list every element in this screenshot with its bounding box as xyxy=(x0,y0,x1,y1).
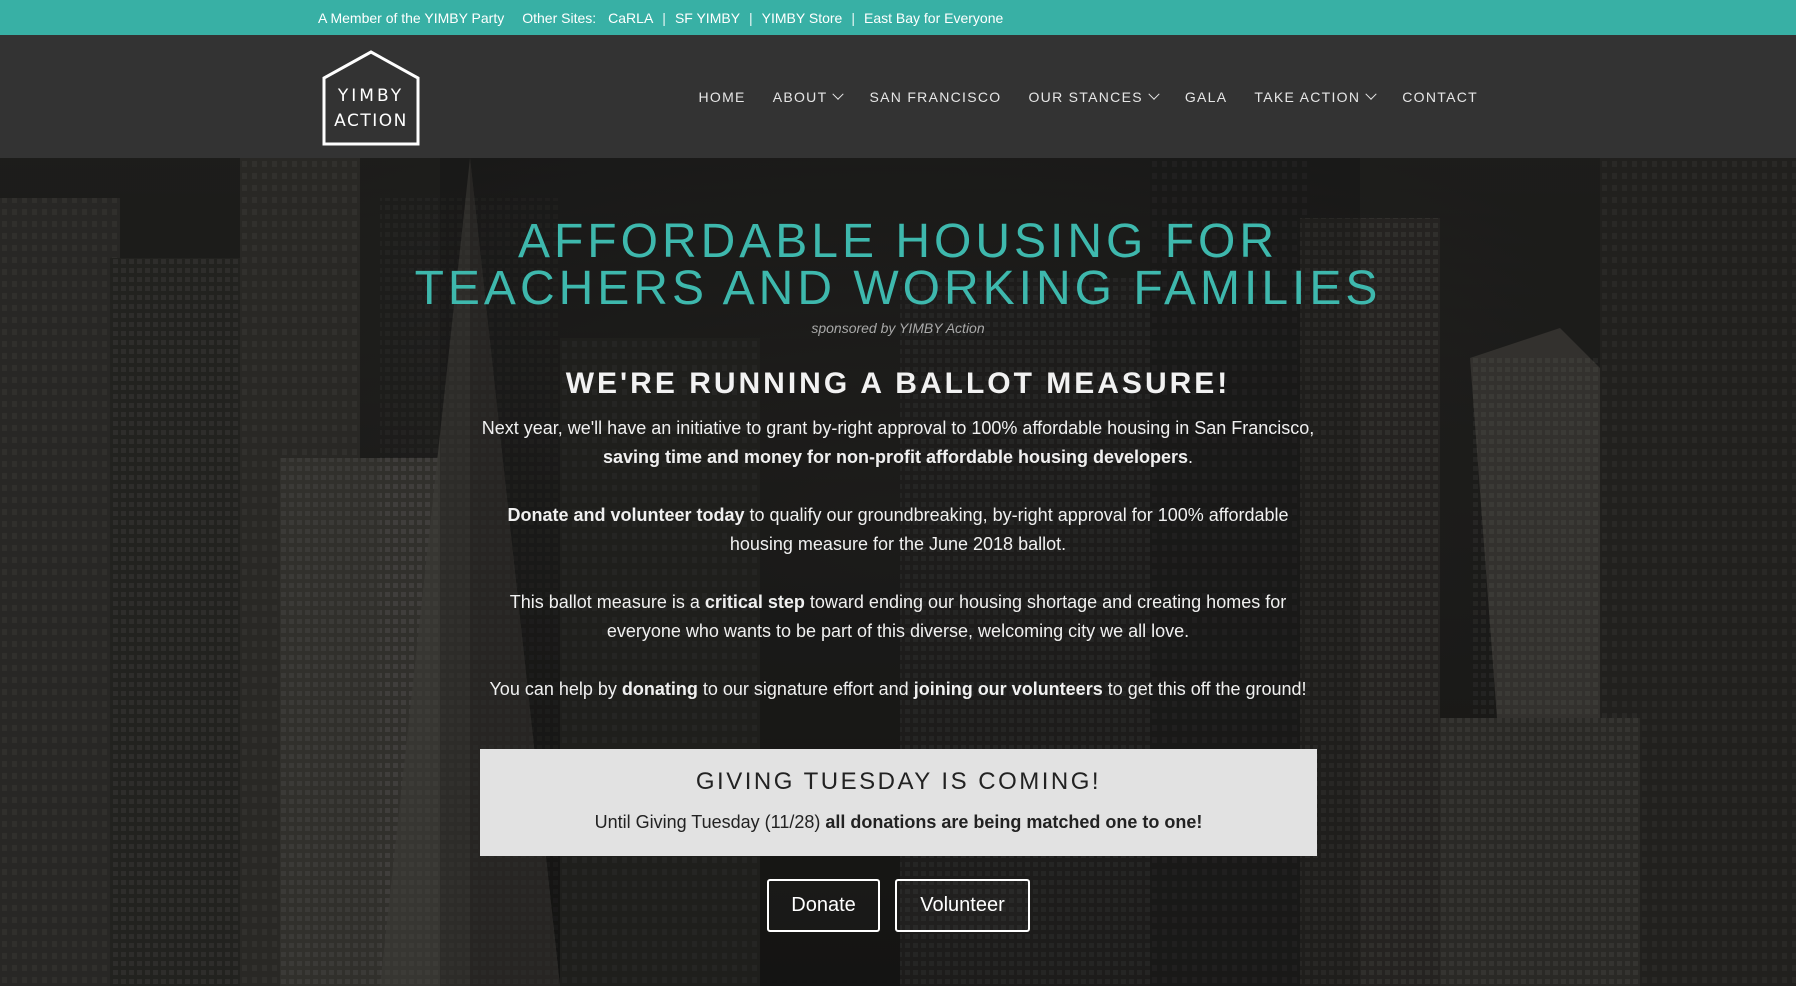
nav-item-take-action[interactable]: TAKE ACTION xyxy=(1254,88,1377,105)
chevron-down-icon xyxy=(1365,88,1377,100)
nav-item-label: HOME xyxy=(698,88,746,105)
chevron-down-icon xyxy=(832,88,845,100)
giving-tuesday-title: GIVING TUESDAY IS COMING! xyxy=(695,768,1102,795)
nav-item-san-francisco[interactable]: SAN FRANCISCO xyxy=(869,89,1001,105)
separator: | xyxy=(851,9,855,26)
main-nav: HOME ABOUT SAN FRANCISCO OUR STANCES GAL… xyxy=(699,35,1479,158)
nav-item-label: TAKE ACTION xyxy=(1254,88,1361,105)
paragraph-text: housing measure for the June 2018 ballot… xyxy=(729,534,1067,554)
nav-item-label: OUR STANCES xyxy=(1028,88,1143,105)
sponsor-text: sponsored by YIMBY Action xyxy=(811,320,985,336)
donate-button[interactable]: Donate xyxy=(767,879,880,932)
site-link-east-bay[interactable]: East Bay for Everyone xyxy=(864,10,1003,26)
giving-text-bold: all donations are being matched one to o… xyxy=(825,812,1203,832)
site-link-carla[interactable]: CaRLA xyxy=(608,10,653,26)
top-bar-content: A Member of the YIMBY Party Other Sites:… xyxy=(318,0,1003,35)
paragraph-text: everyone who wants to be part of this di… xyxy=(606,621,1190,641)
site-header: YIMBY ACTION HOME ABOUT SAN FRANCISCO OU… xyxy=(0,35,1796,158)
nav-item-label: CONTACT xyxy=(1402,88,1478,105)
hero-content: AFFORDABLE HOUSING FOR TEACHERS AND WORK… xyxy=(0,158,1796,986)
giving-text-plain: Until Giving Tuesday (11/28) xyxy=(594,812,826,832)
chevron-down-icon xyxy=(1148,88,1160,100)
paragraph-text: Next year, we'll have an initiative to g… xyxy=(481,418,1315,438)
paragraph-text: to get this off the ground! xyxy=(1102,679,1307,699)
nav-item-about[interactable]: ABOUT xyxy=(772,88,845,105)
giving-tuesday-banner: GIVING TUESDAY IS COMING! Until Giving T… xyxy=(480,749,1317,856)
separator: | xyxy=(662,9,666,26)
paragraph-bold: donating xyxy=(621,679,698,699)
headline-line2: TEACHERS AND WORKING FAMILIES xyxy=(414,262,1382,315)
yimby-action-logo[interactable]: YIMBY ACTION xyxy=(322,50,420,146)
hero-section: AFFORDABLE HOUSING FOR TEACHERS AND WORK… xyxy=(0,158,1796,986)
other-sites-label: Other Sites: xyxy=(522,9,597,26)
top-bar: A Member of the YIMBY Party Other Sites:… xyxy=(0,0,1796,35)
paragraph-text: to qualify our groundbreaking, by-right … xyxy=(744,505,1289,525)
paragraph-text: This ballot measure is a xyxy=(509,592,705,612)
nav-item-label: ABOUT xyxy=(772,88,828,105)
paragraph-text: . xyxy=(1188,447,1194,467)
site-link-yimby-store[interactable]: YIMBY Store xyxy=(762,10,843,26)
logo-line1: YIMBY xyxy=(337,86,404,106)
paragraph-text: to our signature effort and xyxy=(697,679,914,699)
site-link-sf-yimby[interactable]: SF YIMBY xyxy=(675,10,740,26)
paragraph-donate: Donate and volunteer today to qualify ou… xyxy=(0,501,1796,559)
paragraph-critical-step: This ballot measure is a critical step t… xyxy=(0,588,1796,646)
ballot-measure-heading: WE'RE RUNNING A BALLOT MEASURE! xyxy=(565,367,1231,400)
paragraph-bold: joining our volunteers xyxy=(913,679,1103,699)
nav-item-label: GALA xyxy=(1184,88,1228,105)
headline-line1: AFFORDABLE HOUSING FOR xyxy=(517,215,1279,268)
paragraph-text: You can help by xyxy=(489,679,622,699)
paragraph-bold: saving time and money for non-profit aff… xyxy=(602,447,1189,467)
nav-item-gala[interactable]: GALA xyxy=(1185,89,1228,105)
paragraph-bold: Donate and volunteer today xyxy=(507,505,745,525)
paragraph-help: You can help by donating to our signatur… xyxy=(0,675,1796,704)
volunteer-button[interactable]: Volunteer xyxy=(895,879,1030,932)
nav-item-label: SAN FRANCISCO xyxy=(869,88,1002,105)
paragraph-text: toward ending our housing shortage and c… xyxy=(804,592,1287,612)
paragraph-initiative: Next year, we'll have an initiative to g… xyxy=(0,414,1796,472)
nav-item-our-stances[interactable]: OUR STANCES xyxy=(1028,88,1160,105)
paragraph-bold: critical step xyxy=(704,592,805,612)
separator: | xyxy=(749,9,753,26)
nav-item-home[interactable]: HOME xyxy=(699,89,746,105)
member-text: A Member of the YIMBY Party xyxy=(318,9,505,26)
giving-tuesday-text: Until Giving Tuesday (11/28) all donatio… xyxy=(480,812,1317,833)
nav-item-contact[interactable]: CONTACT xyxy=(1402,89,1478,105)
logo-line2: ACTION xyxy=(334,111,408,131)
